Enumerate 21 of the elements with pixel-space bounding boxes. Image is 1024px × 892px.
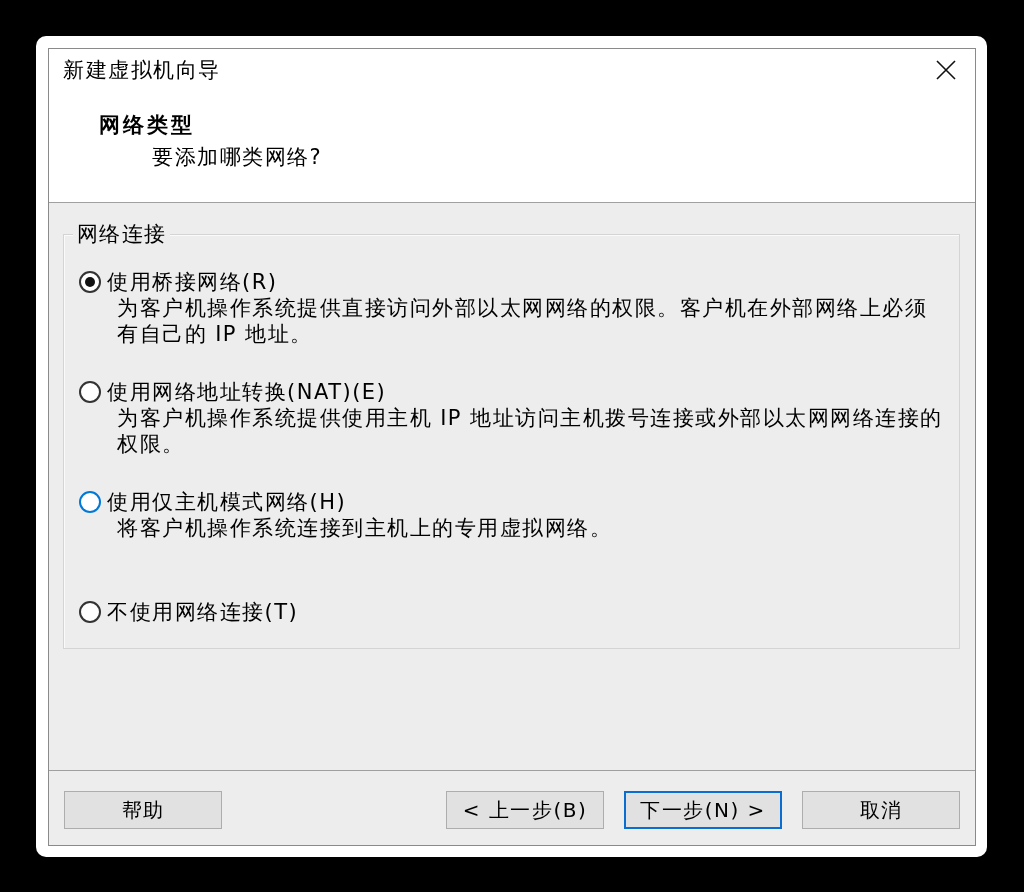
page-title: 网络类型 — [99, 112, 195, 138]
option-description: 将客户机操作系统连接到主机上的专用虚拟网络。 — [117, 515, 613, 541]
wizard-button[interactable]: 取消 — [802, 791, 960, 829]
option-label[interactable]: 使用网络地址转换(NAT)(E) — [107, 379, 387, 405]
close-button[interactable] — [934, 57, 958, 82]
window-title: 新建虚拟机向导 — [63, 56, 221, 83]
option-label[interactable]: 不使用网络连接(T) — [107, 599, 299, 625]
option-description: 为客户机操作系统提供直接访问外部以太网网络的权限。客户机在外部网络上必须有自己的 IP 地址。 — [117, 295, 928, 347]
option-label[interactable]: 使用桥接网络(R) — [107, 269, 278, 295]
radio-button[interactable] — [79, 271, 101, 293]
radio-button[interactable] — [79, 601, 101, 623]
help-button[interactable]: 帮助 — [64, 791, 222, 829]
radio-button[interactable] — [79, 491, 101, 513]
option-label[interactable]: 使用仅主机模式网络(H) — [107, 489, 347, 515]
page-subtitle: 要添加哪类网络? — [152, 144, 323, 170]
wizard-button[interactable]: 下一步(N) > — [624, 791, 782, 829]
radio-button[interactable] — [79, 381, 101, 403]
close-icon — [936, 59, 956, 80]
option-description: 为客户机操作系统提供使用主机 IP 地址访问主机拨号连接或外部以太网网络连接的权限。 — [117, 405, 944, 457]
wizard-button[interactable]: < 上一步(B) — [446, 791, 604, 829]
group-legend: 网络连接 — [73, 221, 171, 247]
